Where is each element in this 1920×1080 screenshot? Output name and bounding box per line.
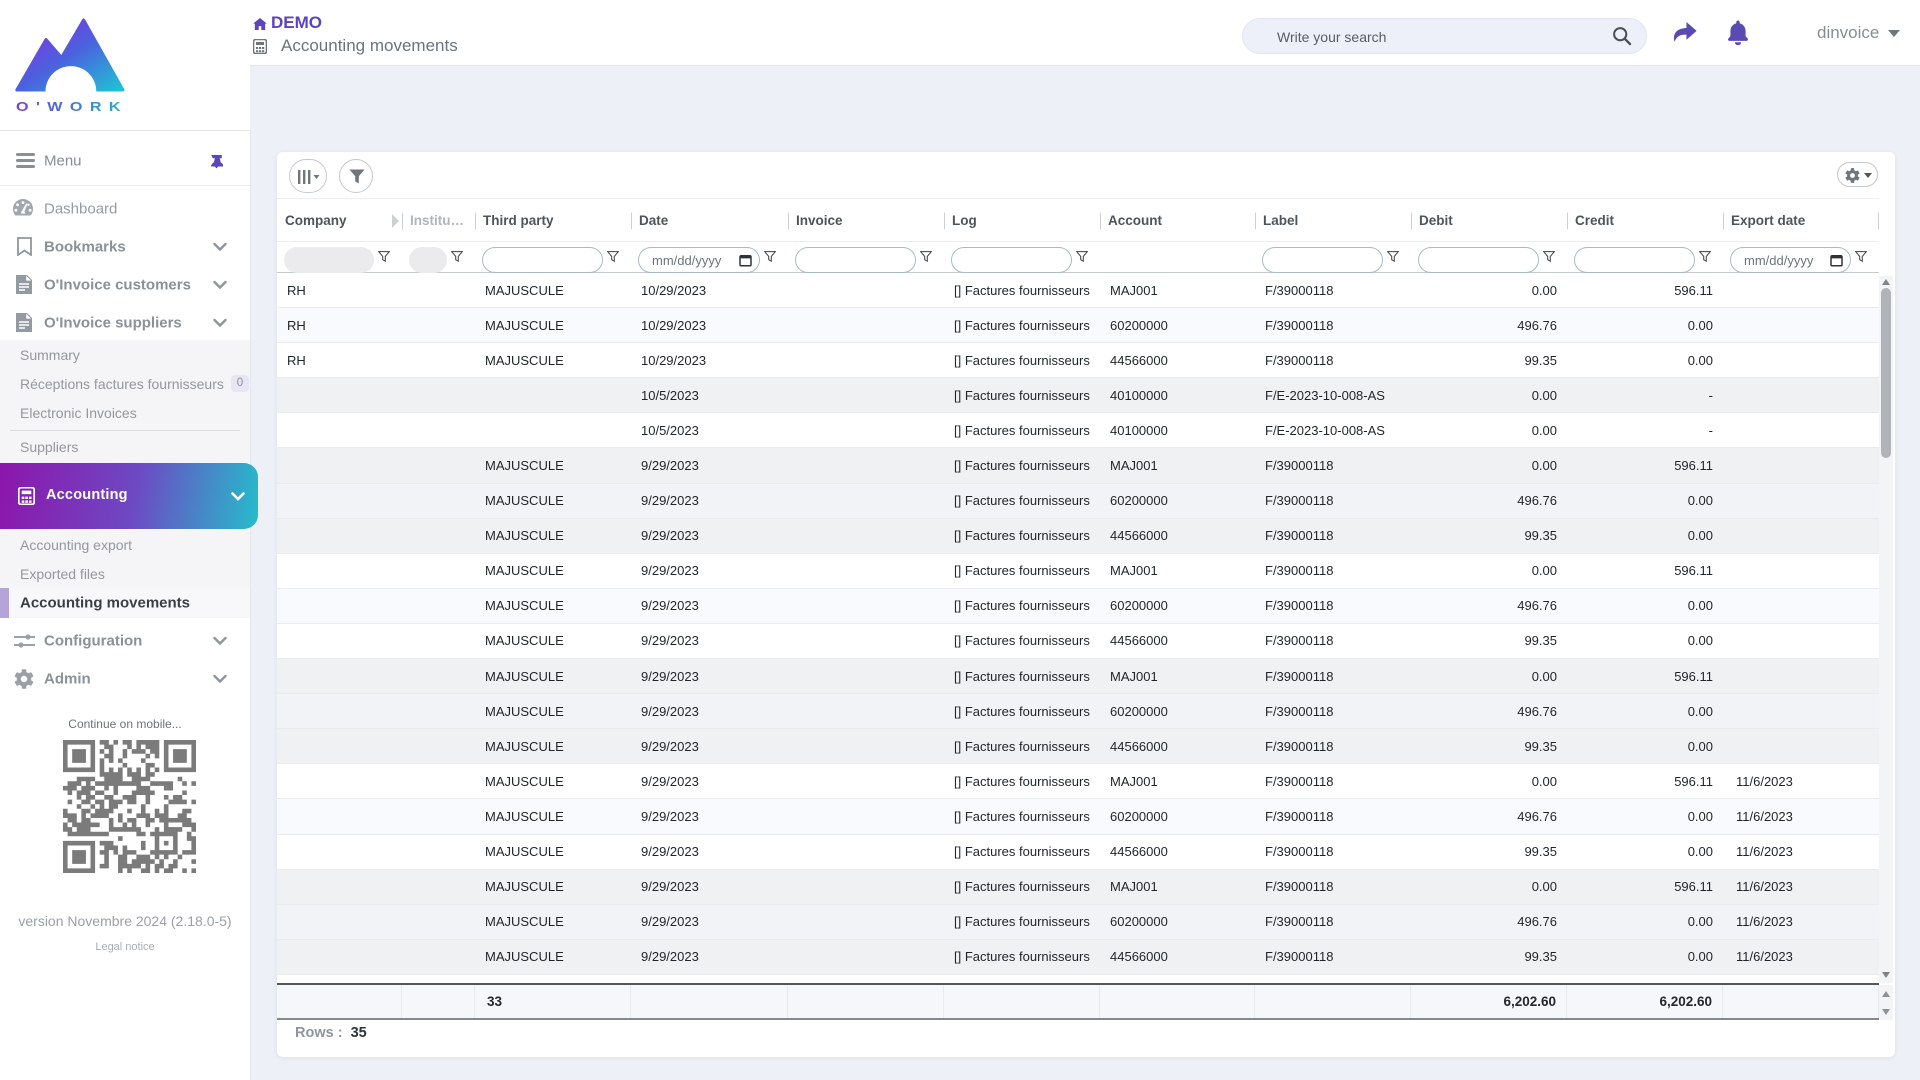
svg-text:O'WORK: O'WORK (16, 99, 126, 114)
